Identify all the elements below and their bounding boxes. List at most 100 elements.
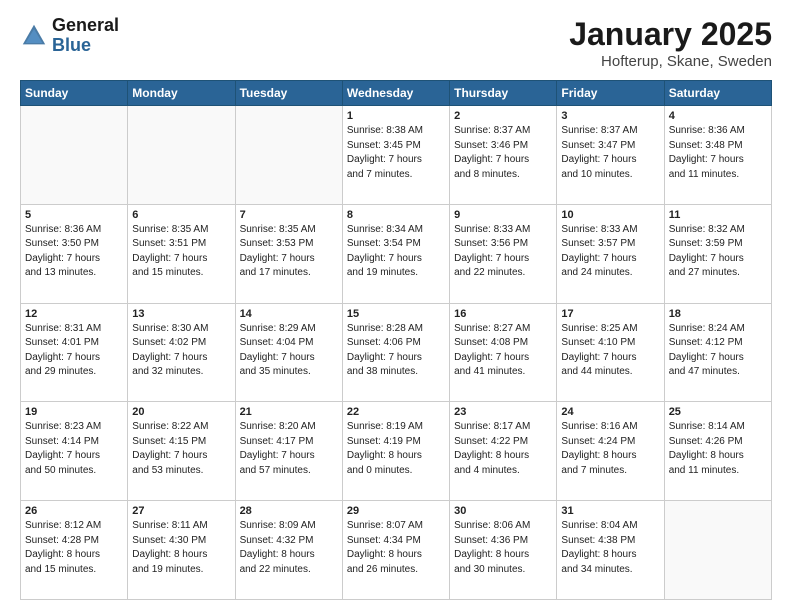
calendar-cell: 30 Sunrise: 8:06 AM Sunset: 4:36 PM Dayli… <box>450 501 557 600</box>
day-info: Sunrise: 8:37 AM Sunset: 3:46 PM Dayligh… <box>454 124 552 182</box>
calendar-cell: 2 Sunrise: 8:37 AM Sunset: 3:46 PM Daylig… <box>450 106 557 205</box>
day-number: 31 <box>561 505 659 517</box>
cal-title: January 2025 <box>569 16 772 53</box>
logo-blue: Blue <box>52 36 119 56</box>
day-info: Sunrise: 8:38 AM Sunset: 3:45 PM Dayligh… <box>347 124 445 182</box>
day-info: Sunrise: 8:36 AM Sunset: 3:50 PM Dayligh… <box>25 223 123 281</box>
calendar-cell: 23Sunrise: 8:17 AM Sunset: 4:22 PM Dayli… <box>450 402 557 501</box>
day-number: 19 <box>25 406 123 418</box>
calendar-table: Sunday Monday Tuesday Wednesday Thursday… <box>20 80 772 600</box>
calendar-cell: 25 Sunrise: 8:14 AM Sunset: 4:26 PM Dayli… <box>664 402 771 501</box>
day-info: Sunrise: 8:19 AM Sunset: 4:19 PM Dayligh… <box>347 420 445 478</box>
calendar-week-1: 5 Sunrise: 8:36 AM Sunset: 3:50 PM Daylig… <box>21 204 772 303</box>
day-number: 16 <box>454 308 552 320</box>
calendar-cell: 19 Sunrise: 8:23 AM Sunset: 4:14 PM Dayli… <box>21 402 128 501</box>
calendar-cell: 27 Sunrise: 8:11 AM Sunset: 4:30 PM Dayli… <box>128 501 235 600</box>
calendar-cell: 31 Sunrise: 8:04 AM Sunset: 4:38 PM Dayli… <box>557 501 664 600</box>
logo: General Blue <box>20 16 119 56</box>
day-info: Sunrise: 8:36 AM Sunset: 3:48 PM Dayligh… <box>669 124 767 182</box>
day-number: 25 <box>669 406 767 418</box>
day-number: 24 <box>561 406 659 418</box>
col-sunday: Sunday <box>21 81 128 106</box>
calendar-cell: 18Sunrise: 8:24 AM Sunset: 4:12 PM Dayli… <box>664 303 771 402</box>
calendar-cell: 21 Sunrise: 8:20 AM Sunset: 4:17 PM Dayli… <box>235 402 342 501</box>
day-info: Sunrise: 8:25 AM Sunset: 4:10 PM Dayligh… <box>561 322 659 380</box>
col-wednesday: Wednesday <box>342 81 449 106</box>
calendar-cell: 17 Sunrise: 8:25 AM Sunset: 4:10 PM Dayli… <box>557 303 664 402</box>
calendar-cell <box>128 106 235 205</box>
day-number: 4 <box>669 110 767 122</box>
day-number: 23 <box>454 406 552 418</box>
day-number: 27 <box>132 505 230 517</box>
calendar-cell: 20 Sunrise: 8:22 AM Sunset: 4:15 PM Dayli… <box>128 402 235 501</box>
day-info: Sunrise: 8:32 AM Sunset: 3:59 PM Dayligh… <box>669 223 767 281</box>
calendar-header: Sunday Monday Tuesday Wednesday Thursday… <box>21 81 772 106</box>
calendar-cell: 9Sunrise: 8:33 AM Sunset: 3:56 PM Daylig… <box>450 204 557 303</box>
day-info: Sunrise: 8:33 AM Sunset: 3:57 PM Dayligh… <box>561 223 659 281</box>
calendar-cell: 6 Sunrise: 8:35 AM Sunset: 3:51 PM Daylig… <box>128 204 235 303</box>
calendar-cell: 16 Sunrise: 8:27 AM Sunset: 4:08 PM Dayli… <box>450 303 557 402</box>
day-number: 28 <box>240 505 338 517</box>
col-monday: Monday <box>128 81 235 106</box>
calendar-cell <box>235 106 342 205</box>
calendar-cell: 5 Sunrise: 8:36 AM Sunset: 3:50 PM Daylig… <box>21 204 128 303</box>
header-row: Sunday Monday Tuesday Wednesday Thursday… <box>21 81 772 106</box>
calendar-cell: 8Sunrise: 8:34 AM Sunset: 3:54 PM Daylig… <box>342 204 449 303</box>
day-info: Sunrise: 8:35 AM Sunset: 3:51 PM Dayligh… <box>132 223 230 281</box>
day-info: Sunrise: 8:30 AM Sunset: 4:02 PM Dayligh… <box>132 322 230 380</box>
day-info: Sunrise: 8:20 AM Sunset: 4:17 PM Dayligh… <box>240 420 338 478</box>
day-info: Sunrise: 8:31 AM Sunset: 4:01 PM Dayligh… <box>25 322 123 380</box>
calendar-body: 1 Sunrise: 8:38 AM Sunset: 3:45 PM Daylig… <box>21 106 772 600</box>
col-thursday: Thursday <box>450 81 557 106</box>
day-number: 20 <box>132 406 230 418</box>
day-number: 14 <box>240 308 338 320</box>
day-number: 13 <box>132 308 230 320</box>
col-saturday: Saturday <box>664 81 771 106</box>
day-info: Sunrise: 8:35 AM Sunset: 3:53 PM Dayligh… <box>240 223 338 281</box>
calendar-cell: 24 Sunrise: 8:16 AM Sunset: 4:24 PM Dayli… <box>557 402 664 501</box>
calendar-cell: 3Sunrise: 8:37 AM Sunset: 3:47 PM Daylig… <box>557 106 664 205</box>
day-number: 11 <box>669 209 767 221</box>
col-friday: Friday <box>557 81 664 106</box>
calendar-cell: 14Sunrise: 8:29 AM Sunset: 4:04 PM Dayli… <box>235 303 342 402</box>
day-info: Sunrise: 8:04 AM Sunset: 4:38 PM Dayligh… <box>561 519 659 577</box>
calendar-cell: 4 Sunrise: 8:36 AM Sunset: 3:48 PM Daylig… <box>664 106 771 205</box>
day-info: Sunrise: 8:11 AM Sunset: 4:30 PM Dayligh… <box>132 519 230 577</box>
calendar-cell: 11 Sunrise: 8:32 AM Sunset: 3:59 PM Dayli… <box>664 204 771 303</box>
day-info: Sunrise: 8:07 AM Sunset: 4:34 PM Dayligh… <box>347 519 445 577</box>
day-number: 22 <box>347 406 445 418</box>
day-number: 5 <box>25 209 123 221</box>
day-info: Sunrise: 8:06 AM Sunset: 4:36 PM Dayligh… <box>454 519 552 577</box>
calendar-week-4: 26Sunrise: 8:12 AM Sunset: 4:28 PM Dayli… <box>21 501 772 600</box>
calendar-cell: 12Sunrise: 8:31 AM Sunset: 4:01 PM Dayli… <box>21 303 128 402</box>
logo-icon <box>20 22 48 50</box>
day-info: Sunrise: 8:23 AM Sunset: 4:14 PM Dayligh… <box>25 420 123 478</box>
calendar-week-0: 1 Sunrise: 8:38 AM Sunset: 3:45 PM Daylig… <box>21 106 772 205</box>
calendar-cell: 28Sunrise: 8:09 AM Sunset: 4:32 PM Dayli… <box>235 501 342 600</box>
header: General Blue January 2025 Hofterup, Skan… <box>20 16 772 70</box>
day-number: 26 <box>25 505 123 517</box>
day-info: Sunrise: 8:33 AM Sunset: 3:56 PM Dayligh… <box>454 223 552 281</box>
title-block: January 2025 Hofterup, Skane, Sweden <box>569 16 772 70</box>
day-info: Sunrise: 8:22 AM Sunset: 4:15 PM Dayligh… <box>132 420 230 478</box>
day-info: Sunrise: 8:14 AM Sunset: 4:26 PM Dayligh… <box>669 420 767 478</box>
day-info: Sunrise: 8:16 AM Sunset: 4:24 PM Dayligh… <box>561 420 659 478</box>
day-number: 17 <box>561 308 659 320</box>
day-info: Sunrise: 8:34 AM Sunset: 3:54 PM Dayligh… <box>347 223 445 281</box>
logo-general: General <box>52 16 119 36</box>
day-info: Sunrise: 8:27 AM Sunset: 4:08 PM Dayligh… <box>454 322 552 380</box>
day-number: 21 <box>240 406 338 418</box>
day-number: 2 <box>454 110 552 122</box>
day-number: 15 <box>347 308 445 320</box>
day-number: 7 <box>240 209 338 221</box>
page: General Blue January 2025 Hofterup, Skan… <box>0 0 792 612</box>
day-number: 30 <box>454 505 552 517</box>
day-number: 10 <box>561 209 659 221</box>
calendar-cell: 22 Sunrise: 8:19 AM Sunset: 4:19 PM Dayli… <box>342 402 449 501</box>
day-number: 1 <box>347 110 445 122</box>
calendar-cell: 10 Sunrise: 8:33 AM Sunset: 3:57 PM Dayli… <box>557 204 664 303</box>
day-number: 6 <box>132 209 230 221</box>
col-tuesday: Tuesday <box>235 81 342 106</box>
calendar-cell: 26Sunrise: 8:12 AM Sunset: 4:28 PM Dayli… <box>21 501 128 600</box>
calendar-cell: 15Sunrise: 8:28 AM Sunset: 4:06 PM Dayli… <box>342 303 449 402</box>
